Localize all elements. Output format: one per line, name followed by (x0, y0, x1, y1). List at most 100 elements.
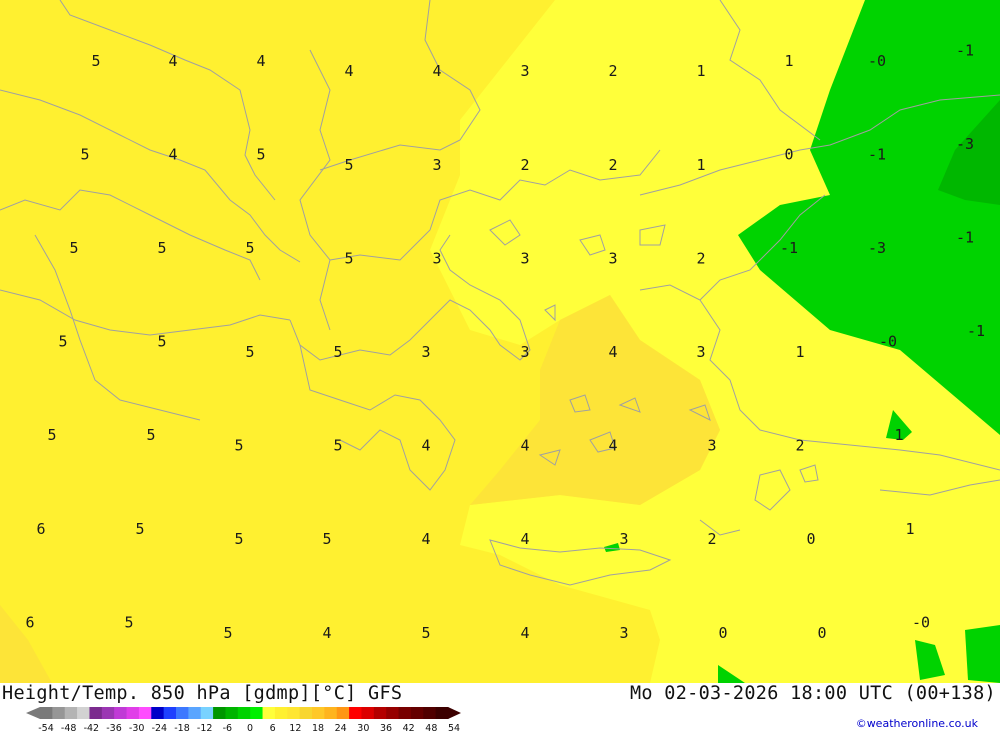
temperature-label: 0 (806, 530, 815, 548)
legend-swatch (213, 707, 226, 719)
temperature-label: 2 (707, 530, 716, 548)
temperature-label: -0 (879, 333, 897, 351)
temperature-label: 2 (696, 249, 705, 267)
legend-tick-label: 24 (335, 723, 347, 733)
legend-swatch (373, 707, 387, 719)
temperature-label: 3 (520, 249, 529, 267)
legend-swatch (163, 707, 177, 719)
temperature-label: -1 (956, 41, 974, 59)
legend-arrow-right (448, 707, 461, 719)
legend-swatch (398, 707, 412, 719)
temperature-label: 3 (432, 156, 441, 174)
temperature-label: 5 (157, 239, 166, 257)
legend-swatch (287, 707, 301, 719)
temperature-label: 5 (157, 333, 166, 351)
legend-swatch (89, 707, 103, 719)
legend-swatch (188, 707, 202, 719)
zone-negative-patch (965, 625, 1000, 683)
legend-swatch (250, 707, 264, 719)
temperature-label: 4 (608, 437, 617, 455)
temperature-label: -3 (956, 135, 974, 153)
temperature-label: 4 (432, 62, 441, 80)
temperature-label: 5 (146, 426, 155, 444)
legend-ticks: -54 -48 -42 -36 -30 -24 -18 -12 -6 0 6 12 18 24 30 36 42… (38, 723, 460, 733)
temperature-label: 0 (718, 624, 727, 642)
legend-swatch (262, 707, 276, 719)
temperature-label: 5 (234, 530, 243, 548)
legend-swatch (114, 707, 128, 719)
weather-map: 5 4 4 4 4 3 2 1 1 -0 -1 5 4 5 5 3 2 2 1 0 -1 -3 5 5 5 5 3 3 3 2 -1 -3 -1… (0, 0, 1000, 683)
legend-swatch (423, 707, 437, 719)
temperature-label: 4 (256, 52, 265, 70)
legend-tick-label: -54 (38, 723, 54, 733)
temperature-label: 3 (520, 343, 529, 361)
credit-link[interactable]: ©weatheronline.co.uk (856, 717, 978, 730)
temperature-label: -3 (868, 239, 886, 257)
legend-swatch (138, 707, 152, 719)
legend-tick-label: -42 (84, 723, 100, 733)
temperature-label: 3 (619, 624, 628, 642)
legend-tick-label: 12 (289, 723, 301, 733)
temperature-label: 5 (333, 437, 342, 455)
legend-tick-label: -36 (106, 723, 122, 733)
temperature-label: 2 (795, 437, 804, 455)
legend-tick-label: -18 (174, 723, 190, 733)
legend-swatch (237, 707, 251, 719)
temperature-label: 2 (520, 156, 529, 174)
temperature-label: 4 (168, 52, 177, 70)
temperature-label: 3 (707, 437, 716, 455)
temperature-label: 5 (245, 343, 254, 361)
temperature-label: 5 (135, 520, 144, 538)
temperature-label: 5 (421, 624, 430, 642)
temperature-label: 1 (894, 426, 903, 444)
temperature-label: 0 (784, 145, 793, 163)
legend-tick-label: 54 (448, 723, 460, 733)
legend-bar (26, 707, 461, 719)
valid-time: Mo 02-03-2026 18:00 UTC (00+138) (629, 683, 996, 704)
temperature-label: 4 (322, 624, 331, 642)
temperature-label: 4 (421, 530, 430, 548)
temperature-label: 4 (344, 62, 353, 80)
temperature-label: 4 (520, 624, 529, 642)
temperature-label: 4 (520, 530, 529, 548)
legend-tick-label: -24 (152, 723, 168, 733)
temperature-label: 1 (784, 52, 793, 70)
legend-swatch (349, 707, 362, 719)
legend-swatch (40, 707, 53, 719)
legend-swatch (151, 707, 165, 719)
temperature-label: -0 (868, 52, 886, 70)
temperature-label: 6 (25, 613, 34, 631)
color-legend: -54 -48 -42 -36 -30 -24 -18 -12 -6 0 6 12 18 24 30 36 42… (26, 707, 461, 733)
legend-swatch (386, 707, 400, 719)
temperature-label: 5 (69, 239, 78, 257)
legend-tick-label: -30 (129, 723, 145, 733)
legend-tick-label: 48 (425, 723, 437, 733)
legend-tick-label: -12 (197, 723, 213, 733)
legend-swatch (361, 707, 375, 719)
temperature-label: 5 (58, 333, 67, 351)
legend-swatch (435, 707, 449, 719)
temperature-label: -0 (912, 613, 930, 631)
temperature-label: 0 (817, 624, 826, 642)
temperature-label: 1 (905, 520, 914, 538)
footer: Height/Temp. 850 hPa [gdmp][°C] GFS Mo 0… (0, 683, 1000, 733)
legend-swatch (324, 707, 338, 719)
temperature-label: 3 (520, 62, 529, 80)
temperature-label: -1 (967, 322, 985, 340)
temperature-label: 2 (608, 62, 617, 80)
temperature-label: 1 (696, 62, 705, 80)
temperature-label: 5 (223, 624, 232, 642)
temperature-label: 4 (421, 437, 430, 455)
legend-swatch (77, 707, 90, 719)
legend-tick-label: 0 (247, 723, 253, 733)
temperature-label: 5 (245, 239, 254, 257)
temperature-label: 5 (256, 145, 265, 163)
temperature-label: -1 (956, 229, 974, 247)
legend-swatch (101, 707, 115, 719)
legend-swatch (299, 707, 313, 719)
temperature-label: 5 (333, 343, 342, 361)
temperature-label: 4 (168, 145, 177, 163)
temperature-label: 4 (608, 343, 617, 361)
temperature-label: 5 (344, 249, 353, 267)
legend-tick-label: 42 (403, 723, 415, 733)
